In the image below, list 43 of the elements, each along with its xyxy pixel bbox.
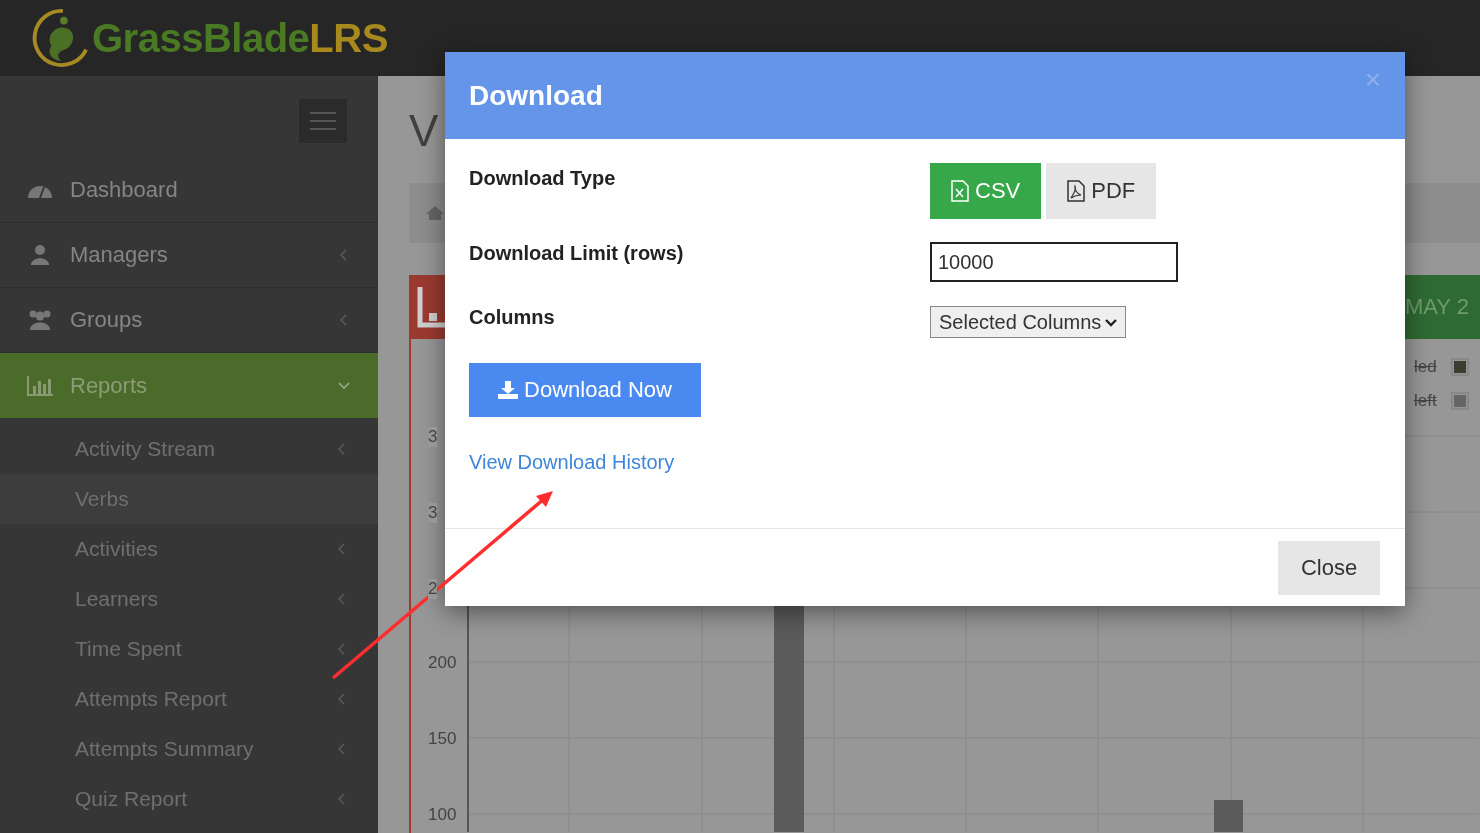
field-label: Download Limit (rows) xyxy=(469,242,685,265)
download-icon xyxy=(498,381,518,399)
columns-dropdown[interactable]: Selected Columns xyxy=(930,306,1127,338)
sidebar-subitem[interactable]: Attempts Report xyxy=(0,674,378,724)
axis-label: 2 xyxy=(428,579,438,599)
page-title: V xyxy=(409,106,440,156)
limit-input[interactable]: 10000 xyxy=(930,242,1178,282)
field-label: Columns xyxy=(469,306,556,329)
field-label: Download Type xyxy=(469,166,617,190)
sidebar-subitem[interactable]: Activities xyxy=(0,524,378,574)
bar-chart-icon xyxy=(26,373,54,398)
dialog-title: Download xyxy=(469,79,603,112)
home-icon xyxy=(425,205,445,221)
legend-item[interactable]: led xyxy=(1414,357,1469,377)
download-history-link[interactable]: View Download History xyxy=(469,451,675,474)
logo-icon xyxy=(32,7,90,69)
chevron-left-icon xyxy=(336,743,348,755)
spreadsheet-file-icon xyxy=(951,180,969,202)
sidebar-subitem[interactable]: Quiz Report xyxy=(0,774,378,824)
menu-button[interactable] xyxy=(299,99,347,143)
csv-button[interactable]: CSV xyxy=(930,163,1042,219)
sidebar-subitem[interactable]: Activity Stream xyxy=(0,424,378,474)
sidebar-item[interactable]: Reports xyxy=(0,353,378,418)
menu-icon xyxy=(310,111,336,131)
chevron-left-icon xyxy=(336,643,348,655)
sidebar-item[interactable]: Managers xyxy=(0,223,378,288)
pdf-file-icon xyxy=(1067,180,1086,202)
chevron-left-icon xyxy=(336,593,348,605)
legend-item[interactable]: left xyxy=(1414,391,1469,411)
chevron-left-icon xyxy=(336,793,348,805)
chart-icon xyxy=(417,285,447,329)
logo-text: GrassBladeLRS xyxy=(92,15,388,61)
chevron-left-icon xyxy=(336,543,348,555)
chevron-left-icon xyxy=(336,443,348,455)
sidebar-subitem[interactable]: Time Spent xyxy=(0,624,378,674)
sidebar-item[interactable]: Dashboard xyxy=(0,158,378,223)
sidebar-subitem[interactable]: Attempts Summary xyxy=(0,724,378,774)
pdf-button[interactable]: PDF xyxy=(1046,163,1157,219)
download-now-button[interactable]: Download Now xyxy=(469,363,701,417)
chevron-down-icon xyxy=(1105,317,1118,327)
chevron-left-icon xyxy=(336,693,348,705)
close-dialog-button[interactable]: Close xyxy=(1278,540,1380,595)
sidebar-subitem[interactable]: Learners xyxy=(0,574,378,624)
